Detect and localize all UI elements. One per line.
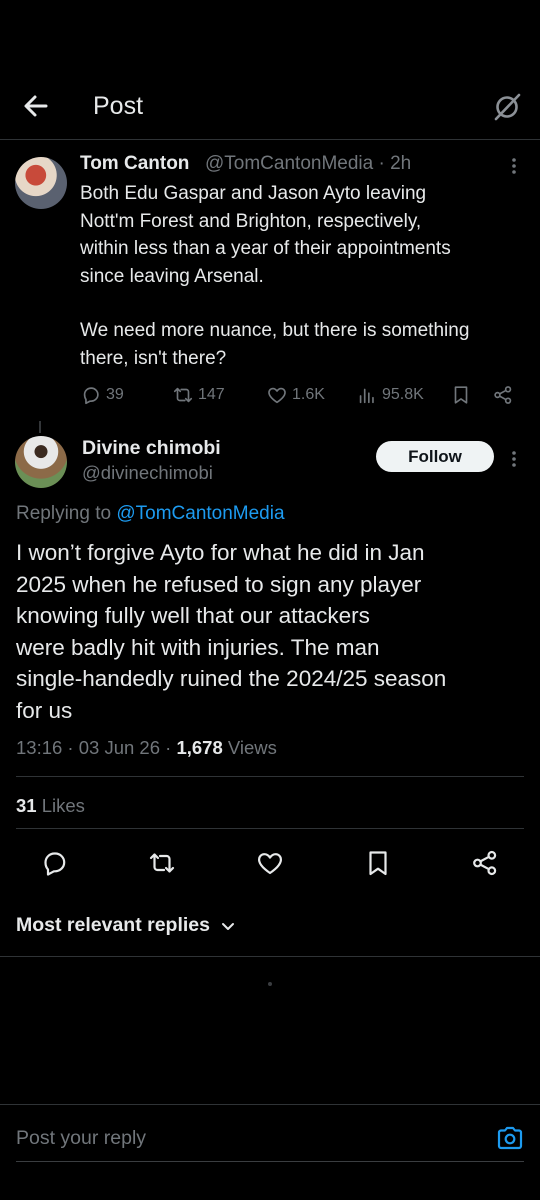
share-button[interactable]: [492, 384, 514, 406]
replying-to: Replying to @TomCantonMedia: [16, 503, 285, 525]
bookmark-button[interactable]: [450, 384, 472, 406]
like-button[interactable]: 1.6K: [266, 384, 325, 406]
mention-link[interactable]: @TomCantonMedia: [116, 503, 284, 524]
repost-count: 147: [198, 386, 225, 403]
loading-indicator: [268, 982, 272, 986]
reply-icon: [83, 387, 99, 405]
likes-count: 31: [16, 795, 37, 816]
chevron-down-icon: [222, 922, 234, 930]
divider: [16, 828, 524, 829]
replies-sort-dropdown[interactable]: Most relevant replies: [16, 914, 236, 937]
repost-button[interactable]: 147: [172, 384, 225, 406]
top-bar: Post: [0, 76, 540, 140]
tweet-actions: 39 147 1.6K 95.8K: [80, 384, 525, 408]
views-icon: [359, 388, 374, 404]
tweet-text: Both Edu Gaspar and Jason Ayto leaving N…: [80, 180, 530, 372]
divider: [16, 776, 524, 777]
like-icon: [268, 387, 286, 404]
share-icon[interactable]: [470, 848, 500, 878]
timestamp: 13:16 · 03 Jun 26 ·: [16, 737, 177, 758]
bookmark-icon: [454, 386, 468, 404]
author-name[interactable]: Divine chimobi: [82, 437, 221, 460]
likes-summary[interactable]: 31 Likes: [16, 795, 85, 817]
likes-label: Likes: [36, 795, 85, 816]
views-button[interactable]: 95.8K: [356, 384, 424, 406]
author-handle[interactable]: @divinechimobi: [82, 462, 213, 484]
divider: [0, 956, 540, 957]
more-icon[interactable]: [508, 156, 520, 176]
avatar[interactable]: [15, 157, 67, 209]
replying-prefix: Replying to: [16, 503, 117, 524]
follow-button[interactable]: Follow: [376, 441, 494, 472]
tweet-meta: 13:16 · 03 Jun 26 · 1,678 Views: [16, 737, 277, 759]
reply-underline: [16, 1161, 524, 1162]
avatar[interactable]: [15, 436, 67, 488]
more-icon[interactable]: [508, 449, 520, 469]
like-icon[interactable]: [255, 848, 285, 878]
thread-connector: [39, 421, 41, 433]
share-icon: [494, 386, 512, 404]
views-count: 95.8K: [382, 386, 424, 403]
replies-sort-label: Most relevant replies: [16, 914, 210, 936]
page-title: Post: [93, 92, 144, 120]
tweet-text-paragraph: We need more nuance, but there is someth…: [80, 320, 470, 369]
author-handle[interactable]: @TomCantonMedia · 2h: [205, 153, 411, 175]
grok-icon[interactable]: [492, 90, 522, 122]
reply-button[interactable]: 39: [80, 384, 124, 406]
tweet-text: I won’t forgive Ayto for what he did in …: [16, 540, 447, 723]
camera-icon[interactable]: [496, 1125, 524, 1151]
reply-input[interactable]: Post your reply: [16, 1127, 146, 1150]
tweet-actions: [0, 848, 540, 880]
reply-composer: Post your reply: [0, 1104, 540, 1200]
views-count[interactable]: 1,678: [176, 737, 222, 758]
author-name[interactable]: Tom Canton: [80, 153, 189, 175]
reply-count: 39: [106, 386, 124, 403]
views-label: Views: [222, 737, 277, 758]
bookmark-icon[interactable]: [363, 848, 393, 878]
repost-icon[interactable]: [147, 848, 177, 878]
tweet-text-paragraph: Both Edu Gaspar and Jason Ayto leaving N…: [80, 183, 451, 287]
repost-icon: [173, 387, 193, 403]
like-count: 1.6K: [292, 386, 325, 403]
reply-icon[interactable]: [40, 848, 70, 878]
back-arrow-icon[interactable]: [20, 90, 52, 122]
